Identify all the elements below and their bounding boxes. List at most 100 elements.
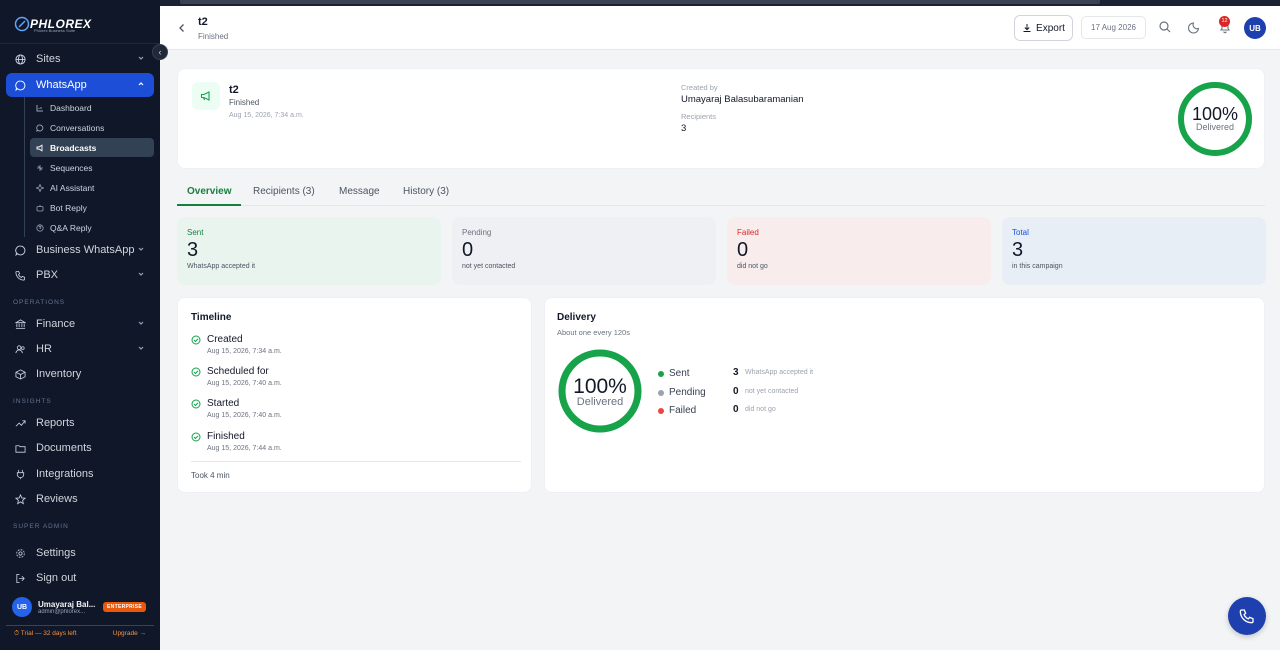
sidebar-subitem-label: Conversations — [50, 122, 105, 133]
legend-name: Failed — [669, 405, 697, 416]
sidebar-subitem-bot-reply[interactable]: Bot Reply — [30, 198, 154, 217]
sidebar-item-whatsapp[interactable]: WhatsApp — [6, 73, 154, 97]
people-icon — [14, 343, 26, 355]
timeline-item: Created Aug 15, 2026, 7:34 a.m. — [191, 333, 511, 361]
sidebar-subitem-dashboard[interactable]: Dashboard — [30, 98, 154, 117]
brand-logo[interactable]: PHLOREX Phlorex Business Suite — [14, 12, 92, 36]
stat-value: 3 — [1012, 239, 1024, 261]
sidebar-item-integrations[interactable]: Integrations — [6, 462, 154, 486]
recipients-value: 3 — [681, 123, 687, 134]
page-title: t2 — [198, 16, 208, 28]
tab-recipients[interactable]: Recipients (3) — [253, 186, 315, 206]
stat-desc: WhatsApp accepted it — [187, 263, 256, 270]
call-button[interactable] — [1228, 597, 1266, 635]
sidebar-item-label: Integrations — [36, 468, 94, 480]
stat-label: Total — [1012, 228, 1029, 237]
sidebar-subitem-label: Dashboard — [50, 102, 92, 113]
export-button[interactable]: Export — [1014, 15, 1073, 41]
user-email: admin@phlorex... — [38, 608, 86, 615]
plug-icon — [14, 468, 26, 480]
tab-message[interactable]: Message — [339, 186, 380, 206]
legend-dot — [658, 390, 664, 396]
sidebar-subitem-label: Q&A Reply — [50, 222, 92, 233]
box-icon — [14, 368, 26, 380]
timeline-item: Finished Aug 15, 2026, 7:44 a.m. — [191, 430, 511, 458]
delivery-card: Delivery About one every 120s 100% Deliv… — [544, 297, 1265, 493]
sequence-icon — [36, 164, 44, 172]
section-label-super-admin: SUPER ADMIN — [13, 523, 69, 530]
upgrade-link[interactable]: Upgrade → — [113, 630, 146, 637]
timeline-title: Timeline — [191, 312, 232, 323]
tab-history[interactable]: History (3) — [403, 186, 449, 206]
sidebar-item-business-whatsapp[interactable]: Business WhatsApp — [6, 238, 154, 262]
chat-icon — [14, 79, 26, 91]
sidebar-subitem-broadcasts[interactable]: Broadcasts — [30, 138, 154, 157]
sidebar-subitem-sequences[interactable]: Sequences — [30, 158, 154, 177]
stat-card-total: Total 3 in this campaign — [1002, 217, 1266, 285]
sidebar-item-label: Documents — [36, 442, 92, 454]
sidebar-item-reviews[interactable]: Reviews — [6, 487, 154, 511]
legend-note: not yet contacted — [745, 388, 799, 395]
chevron-down-icon — [138, 56, 144, 60]
check-circle-icon — [191, 335, 201, 345]
avatar: UB — [12, 597, 32, 617]
chevron-up-icon — [138, 82, 144, 86]
legend-note: WhatsApp accepted it — [745, 369, 814, 376]
sidebar-item-pbx[interactable]: PBX — [6, 263, 154, 287]
phone-icon — [14, 269, 26, 281]
sidebar-item-label: PBX — [36, 269, 59, 281]
dark-mode-icon[interactable] — [1188, 20, 1202, 34]
created-by-value: Umayaraj Balasubaramanian — [681, 94, 804, 105]
delivery-percent: 100% — [573, 375, 627, 398]
user-card[interactable]: UB Umayaraj Bal... admin@phlorex... ENTE… — [6, 592, 154, 622]
sidebar-item-documents[interactable]: Documents — [6, 436, 154, 460]
sidebar-item-label: Reviews — [36, 493, 78, 505]
legend-dot — [658, 408, 664, 414]
check-circle-icon — [191, 399, 201, 409]
star-icon — [14, 493, 26, 505]
sidebar-item-reports[interactable]: Reports — [6, 411, 154, 435]
stat-value: 3 — [187, 239, 199, 261]
sidebar-item-hr[interactable]: HR — [6, 337, 154, 361]
sidebar-subitem-label: Bot Reply — [50, 202, 87, 213]
user-name: Umayaraj Bal... — [38, 599, 96, 609]
trial-bar: ⏱ Trial — 32 days left Upgrade → — [6, 625, 154, 641]
globe-icon — [14, 53, 26, 65]
sidebar-subitem-qa-reply[interactable]: Q&A Reply — [30, 218, 154, 237]
back-arrow-icon[interactable] — [176, 22, 188, 34]
delivered-ring: 100% Delivered — [1178, 82, 1252, 156]
sidebar-subitem-conversations[interactable]: Conversations — [30, 118, 154, 137]
legend-value: 0 — [733, 386, 739, 397]
legend-value: 0 — [733, 404, 739, 415]
sidebar-item-sites[interactable]: Sites — [6, 47, 154, 71]
sidebar-item-inventory[interactable]: Inventory — [6, 362, 154, 386]
date-chip[interactable]: 17 Aug 2026 — [1081, 16, 1146, 39]
folder-icon — [14, 442, 26, 454]
delivered-label: Delivered — [1196, 122, 1234, 132]
tab-overview[interactable]: Overview — [177, 186, 242, 206]
megaphone-icon — [36, 143, 44, 152]
plan-badge: ENTERPRISE — [103, 602, 146, 612]
legend-note: did not go — [745, 406, 776, 413]
legend-name: Sent — [669, 368, 690, 379]
sidebar-item-label: Sites — [36, 53, 61, 65]
timeline-divider — [191, 461, 521, 462]
sidebar-item-sign-out[interactable]: Sign out — [6, 566, 154, 590]
timeline-event: Scheduled for — [207, 366, 269, 377]
bot-icon — [36, 204, 44, 212]
timeline-item: Started Aug 15, 2026, 7:40 a.m. — [191, 397, 511, 425]
sidebar-subitem-ai-assistant[interactable]: AI Assistant — [30, 178, 154, 197]
sidebar-item-finance[interactable]: Finance — [6, 312, 154, 336]
avatar[interactable]: UB — [1244, 17, 1266, 39]
search-icon[interactable] — [1158, 20, 1172, 34]
trial-text: ⏱ Trial — 32 days left — [14, 629, 77, 637]
timeline-duration: Took 4 min — [191, 471, 230, 480]
sidebar-item-settings[interactable]: Settings — [6, 541, 154, 565]
stat-card-pending: Pending 0 not yet contacted — [452, 217, 716, 285]
chat-icon — [14, 244, 26, 256]
created-by-label: Created by — [681, 83, 718, 92]
sidebar-collapse-button[interactable]: ‹ — [152, 44, 168, 60]
legend-name: Pending — [669, 387, 706, 398]
sidebar-divider — [0, 43, 160, 44]
chevron-down-icon — [138, 272, 144, 276]
